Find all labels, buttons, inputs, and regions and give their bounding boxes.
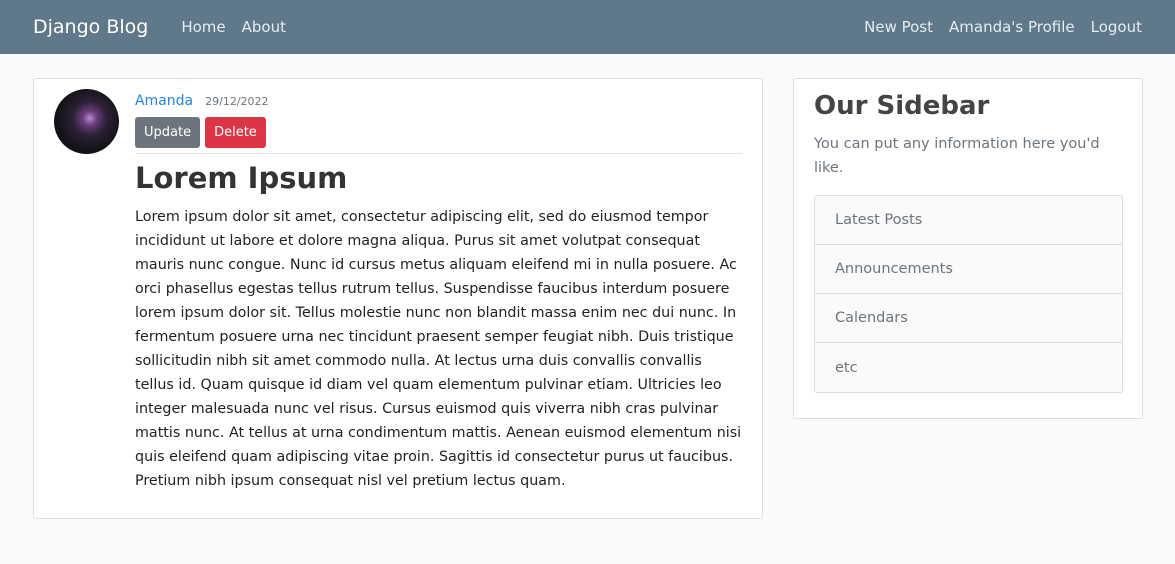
post-card: Amanda 29/12/2022 Update Delete Lorem Ip… xyxy=(33,78,763,519)
sidebar-item-announcements[interactable]: Announcements xyxy=(815,245,1122,294)
nav-right-links: New Post Amanda's Profile Logout xyxy=(864,18,1142,36)
sidebar-item-etc[interactable]: etc xyxy=(815,343,1122,392)
sidebar-item-calendars[interactable]: Calendars xyxy=(815,294,1122,343)
sidebar-item-latest-posts[interactable]: Latest Posts xyxy=(815,196,1122,245)
nav-home-link[interactable]: Home xyxy=(181,18,225,36)
post-title[interactable]: Lorem Ipsum xyxy=(135,161,347,195)
site-brand[interactable]: Django Blog xyxy=(33,16,148,38)
sidebar-description: You can put any information here you'd l… xyxy=(814,136,1100,176)
nav-profile-link[interactable]: Amanda's Profile xyxy=(949,18,1075,36)
meta-divider xyxy=(135,153,742,154)
top-navbar: Django Blog Home About New Post Amanda's… xyxy=(0,0,1175,54)
sidebar-title: Our Sidebar xyxy=(814,91,990,121)
author-avatar xyxy=(54,89,119,154)
nav-new-post-link[interactable]: New Post xyxy=(864,18,933,36)
post-actions: Update Delete xyxy=(135,117,266,148)
post-date: 29/12/2022 xyxy=(205,95,269,108)
sidebar-list: Latest Posts Announcements Calendars etc xyxy=(814,195,1123,393)
sidebar: Our Sidebar You can put any information … xyxy=(793,78,1143,419)
delete-button[interactable]: Delete xyxy=(205,117,266,148)
author-link[interactable]: Amanda xyxy=(135,93,193,109)
nav-left-links: Home About xyxy=(181,18,286,36)
nav-logout-link[interactable]: Logout xyxy=(1091,18,1142,36)
post-meta: Amanda 29/12/2022 xyxy=(135,93,269,109)
update-button[interactable]: Update xyxy=(135,117,201,148)
post-body: Lorem ipsum dolor sit amet, consectetur … xyxy=(135,209,742,489)
nav-about-link[interactable]: About xyxy=(242,18,286,36)
